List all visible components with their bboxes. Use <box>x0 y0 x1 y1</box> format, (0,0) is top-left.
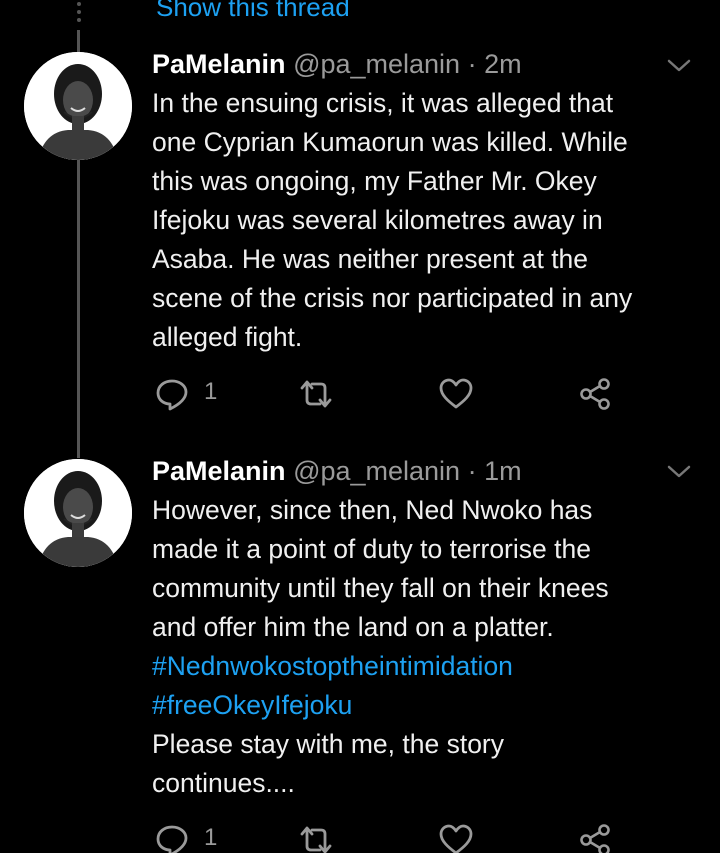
reply-count: 1 <box>204 824 218 851</box>
retweet-icon <box>300 380 332 408</box>
avatar[interactable] <box>24 459 132 567</box>
avatar-image <box>24 52 132 160</box>
reply-icon <box>156 379 188 411</box>
retweet-icon <box>300 826 332 853</box>
avatar-image <box>24 459 132 567</box>
like-icon <box>439 824 473 853</box>
like-button[interactable] <box>438 376 474 412</box>
chevron-down-icon[interactable] <box>664 462 694 482</box>
tweet-actions: 1 <box>154 822 624 853</box>
tweet-text: However, since then, Ned Nwoko has made … <box>152 491 708 803</box>
hashtag-link[interactable]: #freeOkeyIfejoku <box>152 686 708 725</box>
tweet-text-line: continues.... <box>152 768 295 798</box>
show-this-thread-link[interactable]: Show this thread <box>156 0 350 23</box>
user-handle[interactable]: @pa_melanin <box>293 456 460 486</box>
tweet-timestamp[interactable]: 2m <box>484 49 522 79</box>
tweet-timestamp[interactable]: 1m <box>484 456 522 486</box>
retweet-button[interactable] <box>298 822 334 853</box>
tweet-text-line: Please stay with me, the story <box>152 729 505 759</box>
tweet-text-line: alleged fight. <box>152 322 303 352</box>
share-icon <box>580 378 610 410</box>
reply-icon <box>156 825 188 853</box>
thread-view: Show this thread PaMelanin @pa_melanin ·… <box>0 0 720 853</box>
chevron-down-icon[interactable] <box>664 56 694 76</box>
display-name[interactable]: PaMelanin <box>152 49 286 79</box>
retweet-button[interactable] <box>298 376 334 412</box>
tweet-text: In the ensuing crisis, it was alleged th… <box>152 84 708 357</box>
like-button[interactable] <box>438 822 474 853</box>
tweet-text-line: made it a point of duty to terrorise the <box>152 534 591 564</box>
like-icon <box>439 378 473 409</box>
user-handle[interactable]: @pa_melanin <box>293 49 460 79</box>
thread-connector-line <box>77 160 80 458</box>
header-separator: · <box>467 456 477 486</box>
tweet-header: PaMelanin @pa_melanin · 1m <box>152 455 630 487</box>
share-icon <box>580 824 610 853</box>
thread-connector-line <box>77 30 80 52</box>
tweet-text-line: However, since then, Ned Nwoko has <box>152 495 593 525</box>
share-button[interactable] <box>578 822 614 853</box>
reply-count: 1 <box>204 378 218 405</box>
avatar[interactable] <box>24 52 132 160</box>
tweet-text-line: Ifejoku was several kilometres away in <box>152 205 603 235</box>
tweet-text-line: community until they fall on their knees <box>152 573 609 603</box>
tweet-actions: 1 <box>154 376 624 416</box>
share-button[interactable] <box>578 376 614 412</box>
tweet-text-line: and offer him the land on a platter. <box>152 612 554 642</box>
tweet-text-line: scene of the crisis nor participated in … <box>152 283 633 313</box>
tweet-header: PaMelanin @pa_melanin · 2m <box>152 48 630 80</box>
display-name[interactable]: PaMelanin <box>152 456 286 486</box>
reply-button[interactable]: 1 <box>154 822 217 853</box>
tweet-text-line: In the ensuing crisis, it was alleged th… <box>152 88 614 118</box>
header-separator: · <box>467 49 477 79</box>
tweet-text-line: one Cyprian Kumaorun was killed. While <box>152 127 628 157</box>
tweet-text-line: Asaba. He was neither present at the <box>152 244 589 274</box>
reply-button[interactable]: 1 <box>154 376 217 412</box>
tweet-text-line: this was ongoing, my Father Mr. Okey <box>152 166 597 196</box>
hashtag-link[interactable]: #Nednwokostoptheintimidation <box>152 647 708 686</box>
